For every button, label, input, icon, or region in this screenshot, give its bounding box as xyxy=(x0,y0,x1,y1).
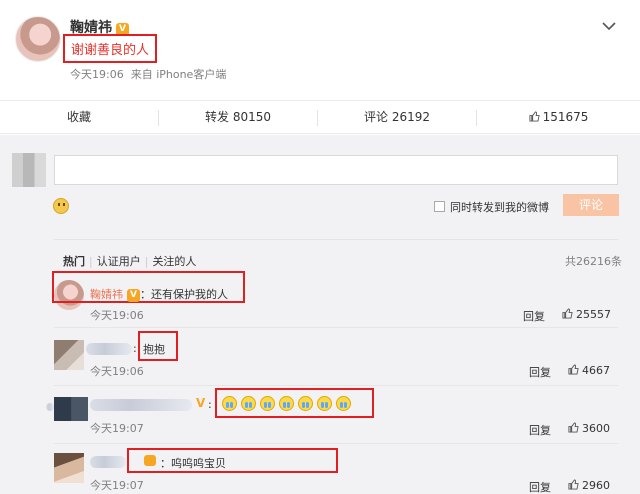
post-time[interactable]: 今天19:06 xyxy=(70,68,124,81)
reply-button[interactable]: 回复 xyxy=(523,308,545,324)
comment-time[interactable]: 今天19:06 xyxy=(90,307,144,323)
comment-avatar[interactable] xyxy=(54,340,84,370)
crying-emoji-row xyxy=(222,396,355,411)
tab-following[interactable]: 关注的人 xyxy=(152,255,196,268)
comment-label: 评论 26192 xyxy=(364,110,430,124)
weibo-post: 鞠婧祎 V 谢谢善良的人 今天19:06 来自 iPhone客户端 xyxy=(0,0,640,100)
blurred-username xyxy=(90,399,192,411)
comment-text: ：还有保护我的人 xyxy=(140,288,228,301)
crying-emoji-icon xyxy=(260,396,275,411)
verified-icon: V xyxy=(196,396,206,410)
comment-body: 鞠婧祎 V ：还有保护我的人 xyxy=(90,286,228,302)
comment-like-button[interactable]: 2960 xyxy=(568,479,610,492)
crying-emoji-icon xyxy=(241,396,256,411)
repost-button[interactable]: 转发 80150 xyxy=(159,101,317,135)
crown-badge-icon xyxy=(144,455,156,466)
repost-label: 转发 80150 xyxy=(205,110,271,124)
comment-divider xyxy=(54,385,618,386)
post-action-bar: 收藏 转发 80150 评论 26192 151675 xyxy=(0,100,640,134)
comment-time[interactable]: 今天19:07 xyxy=(90,420,144,436)
thumbs-up-icon xyxy=(568,422,579,433)
crying-emoji-icon xyxy=(298,396,313,411)
also-repost-checkbox[interactable] xyxy=(434,201,445,212)
comment-section: 同时转发到我的微博 评论 热门 | 认证用户 | 关注的人 共26216条 鞠婧祎 V ：还… xyxy=(0,135,640,494)
reply-button[interactable]: 回复 xyxy=(529,364,551,380)
comment-divider xyxy=(54,327,618,328)
post-source: 来自 iPhone客户端 xyxy=(130,68,227,81)
crying-emoji-icon xyxy=(317,396,332,411)
comment-author[interactable]: 鞠婧祎 xyxy=(90,288,123,301)
author-avatar[interactable] xyxy=(15,16,61,62)
colon-separator: : xyxy=(133,342,137,355)
comment-like-count: 3600 xyxy=(582,422,610,435)
thumbs-up-icon xyxy=(568,364,579,375)
comment-avatar[interactable] xyxy=(54,453,84,483)
tab-hot[interactable]: 热门 xyxy=(63,255,85,268)
like-count: 151675 xyxy=(542,110,589,124)
comment-time[interactable]: 今天19:06 xyxy=(90,363,144,379)
colon-separator: : xyxy=(208,398,212,411)
comment-input[interactable] xyxy=(54,155,618,185)
crying-emoji-icon xyxy=(336,396,351,411)
thumbs-up-icon xyxy=(568,479,579,490)
comment-total: 共26216条 xyxy=(565,255,622,268)
crying-emoji-icon xyxy=(222,396,237,411)
verified-icon: V xyxy=(127,289,140,302)
comment-text: 抱抱 xyxy=(143,343,165,356)
crying-emoji-icon xyxy=(279,396,294,411)
tab-separator: | xyxy=(144,255,149,268)
comment-avatar[interactable] xyxy=(54,397,88,421)
comment-like-count: 25557 xyxy=(576,308,611,321)
favorite-label: 收藏 xyxy=(66,110,91,124)
divider xyxy=(54,239,618,240)
also-repost-label: 同时转发到我的微博 xyxy=(450,201,549,214)
comment-like-count: 4667 xyxy=(582,364,610,377)
post-meta: 今天19:06 来自 iPhone客户端 xyxy=(70,66,226,82)
thumbs-up-icon xyxy=(562,308,573,319)
reply-button[interactable]: 回复 xyxy=(529,422,551,438)
current-user-avatar xyxy=(12,153,46,187)
comment-filter-tabs: 热门 | 认证用户 | 关注的人 xyxy=(63,253,200,269)
blurred-username xyxy=(86,343,132,355)
highlight-box xyxy=(127,448,338,473)
reply-button[interactable]: 回复 xyxy=(529,479,551,494)
comment-time[interactable]: 今天19:07 xyxy=(90,477,144,493)
comment-like-button[interactable]: 4667 xyxy=(568,364,610,377)
comment-button[interactable]: 评论 26192 xyxy=(318,101,476,135)
submit-comment-button[interactable]: 评论 xyxy=(563,194,619,216)
like-button[interactable]: 151675 xyxy=(477,101,640,135)
post-text: 谢谢善良的人 xyxy=(63,34,158,63)
comment-text: ：呜呜呜宝贝 xyxy=(160,457,226,470)
blurred-avatar-edge xyxy=(46,403,54,411)
tab-verified[interactable]: 认证用户 xyxy=(97,255,141,268)
thumbs-up-icon xyxy=(529,111,540,122)
comment-divider xyxy=(54,443,618,444)
blurred-username xyxy=(90,456,126,468)
comment-like-button[interactable]: 25557 xyxy=(562,308,611,321)
emoji-icon[interactable] xyxy=(53,198,69,214)
chevron-down-icon[interactable] xyxy=(601,20,617,32)
comment-like-count: 2960 xyxy=(582,479,610,492)
favorite-button[interactable]: 收藏 xyxy=(0,101,158,135)
tab-separator: | xyxy=(89,255,93,268)
comment-like-button[interactable]: 3600 xyxy=(568,422,610,435)
